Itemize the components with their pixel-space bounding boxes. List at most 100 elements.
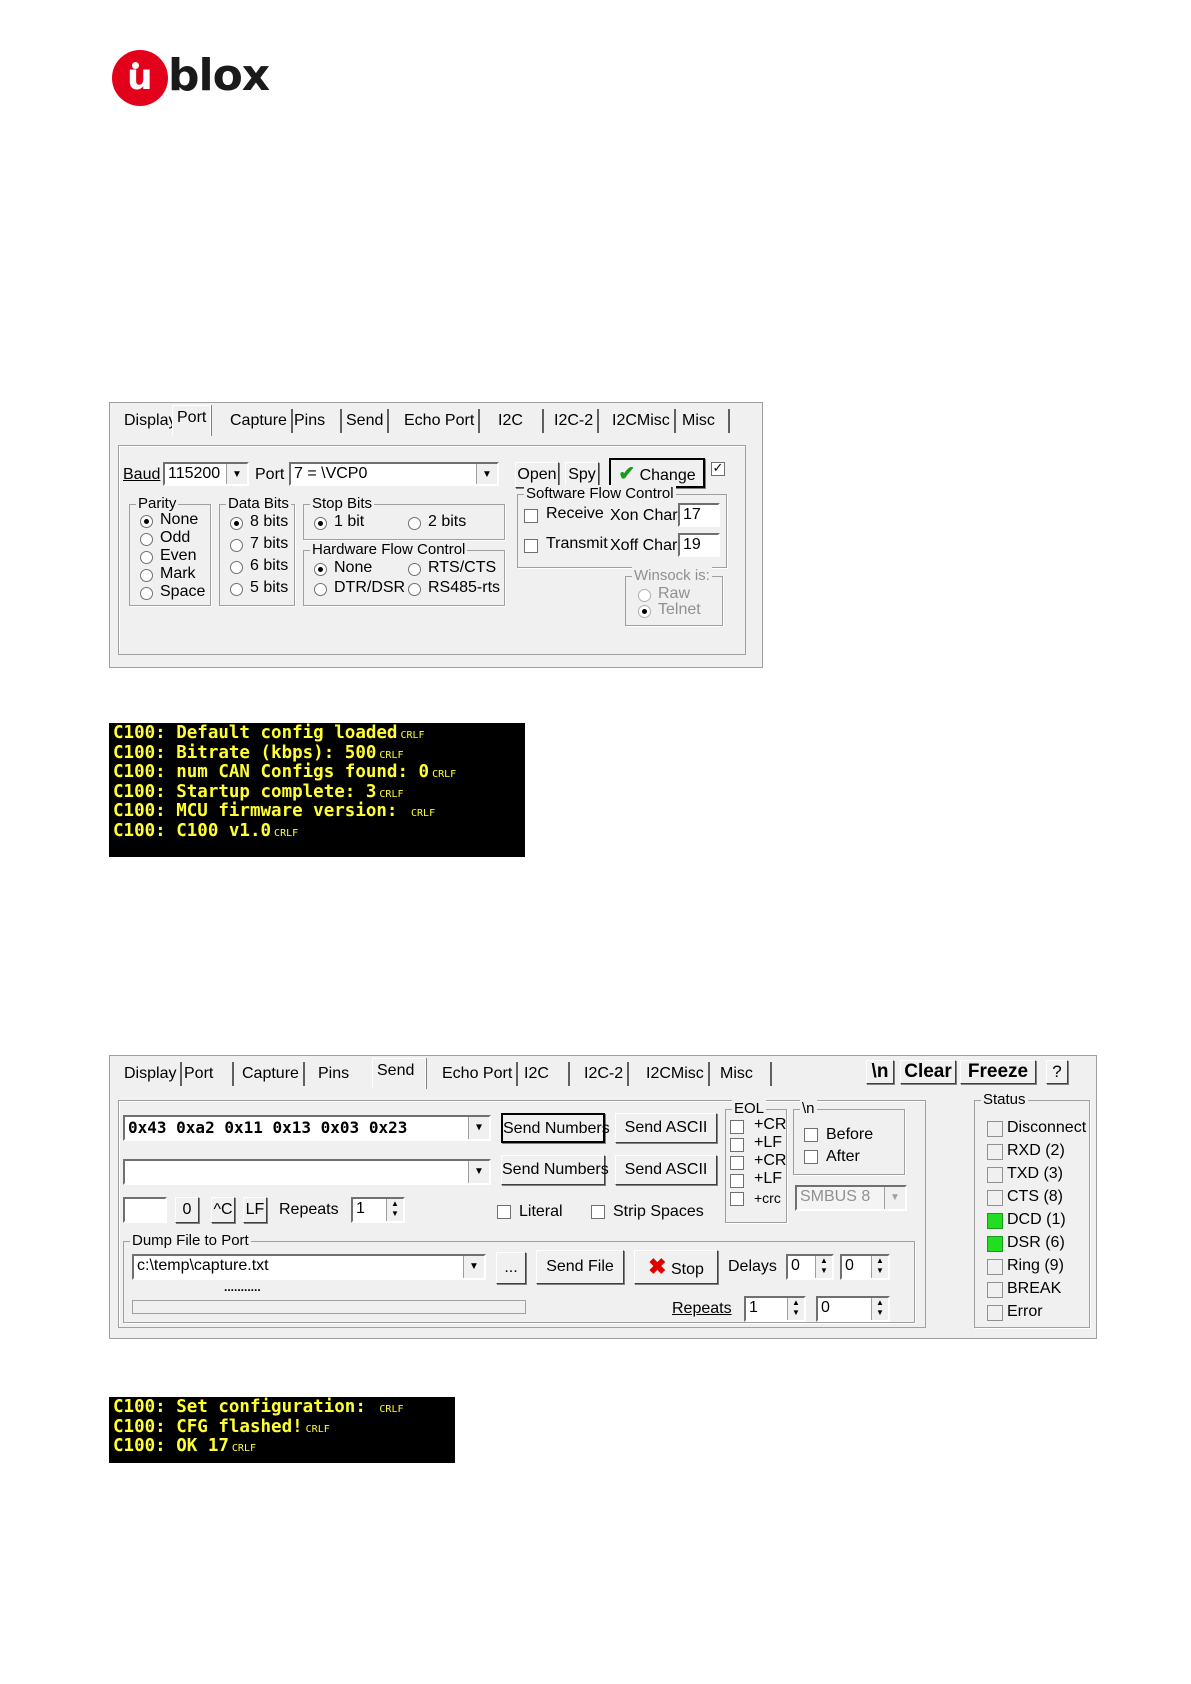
parity-odd-radio[interactable] [140,533,153,546]
data-bits-7-radio[interactable] [230,539,243,552]
send-numbers-button-2[interactable]: Send Numbers [501,1155,609,1185]
change-label: Change [639,467,696,484]
change-button[interactable]: ✔ Change [609,458,705,488]
delay1-stepper[interactable]: 0 ▲ ▼ [786,1254,834,1280]
xon-char-input[interactable]: 17 [678,503,720,527]
progress-text: ........... [224,1280,261,1294]
transmit-checkbox[interactable] [524,539,538,553]
dump-file-path-input[interactable]: c:\temp\capture.txt ▼ [132,1254,486,1280]
dump-repeats-stepper[interactable]: 1 ▲ ▼ [744,1296,806,1322]
spinner-arrows-icon[interactable]: ▲ ▼ [815,1256,832,1278]
baud-label: Baud [123,466,161,483]
eol-crc-checkbox[interactable] [730,1192,744,1206]
tab-i2c-2[interactable]: I2C-2 [550,409,600,433]
spinner-arrows-icon[interactable]: ▲ ▼ [871,1298,888,1320]
chevron-down-icon[interactable]: ▼ [476,464,497,484]
status-label: DCD (1) [1007,1211,1066,1228]
terminal-output-1: C100: Default config loaded CRLF C100: Bi… [109,723,525,857]
send-ascii-button-2[interactable]: Send ASCII [615,1155,717,1185]
baud-select[interactable]: 115200 ▼ [163,462,249,486]
tab-echo-port[interactable]: Echo Port [400,409,481,433]
send-file-button[interactable]: Send File [536,1250,624,1284]
chevron-down-icon[interactable]: ▼ [468,1117,489,1139]
status-led [987,1121,1003,1137]
help-button[interactable]: ? [1046,1060,1068,1084]
parity-none-radio[interactable] [140,515,153,528]
hw-flow-none-radio[interactable] [314,563,327,576]
terminal-line: C100: C100 v1.0 CRLF [113,820,299,841]
tab-display[interactable]: Display [120,1062,183,1086]
numbers-input[interactable]: 0x43 0xa2 0x11 0x13 0x03 0x23 ▼ [123,1115,491,1141]
tab-misc[interactable]: Misc [678,409,730,433]
parity-mark-radio[interactable] [140,569,153,582]
tab-echo-port[interactable]: Echo Port [438,1062,519,1086]
tab-send[interactable]: Send [340,409,390,433]
tab-i2c[interactable]: I2C [494,409,544,433]
literal-checkbox[interactable] [497,1205,511,1219]
char-input[interactable] [123,1197,167,1223]
chevron-down-icon[interactable]: ▼ [468,1161,489,1183]
chevron-down-icon[interactable]: ▼ [226,464,247,484]
tab-port[interactable]: Port [172,405,212,436]
send-numbers-button[interactable]: Send Numbers [501,1113,610,1143]
before-checkbox[interactable] [804,1128,818,1142]
newline-button[interactable]: \n [866,1060,894,1084]
hw-flow-rtscts-radio[interactable] [408,563,421,576]
tab-i2cmisc[interactable]: I2CMisc [642,1062,710,1086]
tab-pins[interactable]: Pins [290,409,329,433]
eol-cr-checkbox-2[interactable] [730,1156,744,1170]
stop-button[interactable]: ✖ Stop [634,1250,718,1284]
stop-bits-2-radio[interactable] [408,517,421,530]
tab-misc[interactable]: Misc [716,1062,772,1086]
smbus-select[interactable]: SMBUS 8 ▼ [795,1185,907,1211]
hardware-flow-group: Hardware Flow Control None RTS/CTS DTR/D… [303,541,505,606]
tab-capture[interactable]: Capture [226,409,293,433]
status-group: Status Disconnect RXD (2) TXD (3) CTS (8) DC… [974,1091,1090,1328]
tab-i2cmisc[interactable]: I2CMisc [608,409,676,433]
tab-send[interactable]: Send [372,1058,426,1089]
winsock-telnet-radio[interactable] [638,605,651,618]
strip-spaces-checkbox[interactable] [591,1205,605,1219]
eol-lf-checkbox-2[interactable] [730,1174,744,1188]
ascii-input[interactable]: ▼ [123,1159,491,1185]
port-select[interactable]: 7 = \VCP0 ▼ [289,462,499,486]
eol-cr-checkbox[interactable] [730,1120,744,1134]
tab-port[interactable]: Port [180,1062,234,1086]
data-bits-6-radio[interactable] [230,561,243,574]
data-bits-8-radio[interactable] [230,517,243,530]
hw-flow-rs485-radio[interactable] [408,583,421,596]
spinner-arrows-icon[interactable]: ▲ ▼ [386,1199,403,1221]
dump-repeats-stepper-2[interactable]: 0 ▲ ▼ [816,1296,890,1322]
spinner-arrows-icon[interactable]: ▲ ▼ [871,1256,888,1278]
ctrl-c-button[interactable]: ^C [211,1197,235,1223]
lf-button[interactable]: LF [243,1197,267,1223]
send-ascii-button[interactable]: Send ASCII [615,1113,717,1143]
spinner-arrows-icon[interactable]: ▲ ▼ [787,1298,804,1320]
clear-button[interactable]: Clear [900,1060,956,1084]
data-bits-5-radio[interactable] [230,583,243,596]
winsock-raw-radio[interactable] [638,589,651,602]
terminal-output-2: C100: Set configuration: CRLF C100: CFG … [109,1397,455,1463]
hw-flow-dtrdsr-radio[interactable] [314,583,327,596]
tab-i2c[interactable]: I2C [520,1062,570,1086]
tab-capture[interactable]: Capture [238,1062,305,1086]
parity-even-radio[interactable] [140,551,153,564]
parity-space-radio[interactable] [140,587,153,600]
stop-bits-1-radio[interactable] [314,517,327,530]
software-flow-group: Software Flow Control Receive Xon Char: … [517,485,727,568]
dump-file-group: Dump File to Port c:\temp\capture.txt ▼ .… [123,1232,915,1323]
eol-lf-checkbox[interactable] [730,1138,744,1152]
tab-i2c-2[interactable]: I2C-2 [580,1062,630,1086]
delay2-stepper[interactable]: 0 ▲ ▼ [840,1254,890,1280]
change-checkbox[interactable]: ✓ [711,462,725,476]
after-checkbox[interactable] [804,1150,818,1164]
freeze-button[interactable]: Freeze [960,1060,1036,1084]
receive-checkbox[interactable] [524,509,538,523]
tab-pins[interactable]: Pins [314,1062,353,1086]
chevron-down-icon[interactable]: ▼ [884,1187,905,1209]
xoff-char-input[interactable]: 19 [678,533,720,557]
chevron-down-icon[interactable]: ▼ [463,1256,484,1278]
browse-button[interactable]: ... [496,1252,526,1284]
repeats-stepper[interactable]: 1 ▲ ▼ [351,1197,405,1223]
zero-button[interactable]: 0 [175,1197,199,1223]
